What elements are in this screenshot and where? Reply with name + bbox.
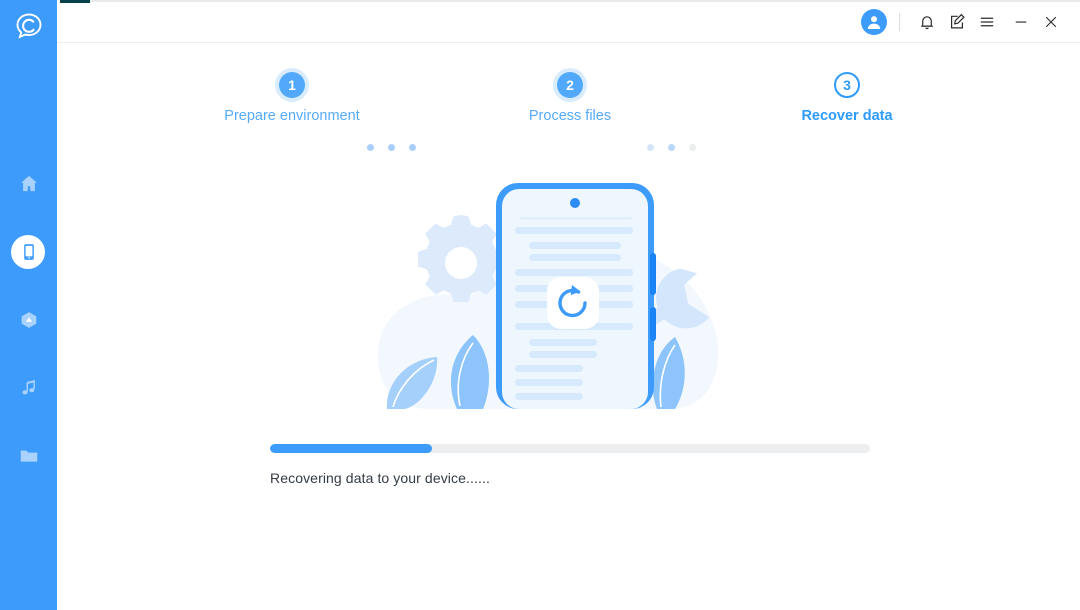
stepper: 1 Prepare environment 2 Process files 3 (57, 62, 1080, 151)
close-icon (1045, 16, 1057, 28)
sidebar-item-home[interactable] (0, 150, 57, 218)
bell-icon (921, 16, 933, 30)
connector-dot (388, 144, 395, 151)
refresh-restore-icon (546, 276, 599, 329)
connector-dot (367, 144, 374, 151)
step-3-badge: 3 (834, 72, 860, 98)
chat-bubble-c-logo-icon (16, 13, 42, 39)
step-2-badge: 2 (553, 68, 587, 102)
user-avatar-icon (867, 16, 881, 29)
step-3-label: Recover data (801, 108, 893, 124)
progress-section: Recovering data to your device...... (270, 444, 870, 486)
step-2-label: Process files (528, 108, 612, 124)
phone-icon (16, 239, 42, 265)
step-2-number: 2 (566, 77, 574, 93)
sidebar (0, 0, 57, 610)
controls-divider (899, 13, 900, 31)
step-1-number: 1 (288, 77, 296, 93)
feedback-button[interactable] (942, 7, 972, 37)
connector-dot (668, 144, 675, 151)
progress-status-text: Recovering data to your device...... (270, 470, 490, 486)
smartphone-icon (495, 182, 656, 409)
step-connector-dots-2 (647, 144, 696, 151)
capture-strip-artifact (60, 0, 90, 3)
connector-dot (647, 144, 654, 151)
cloud-icon (16, 307, 42, 333)
app-window: 1 Prepare environment 2 Process files 3 (0, 0, 1080, 610)
sidebar-item-files[interactable] (0, 422, 57, 490)
close-button[interactable] (1036, 7, 1066, 37)
step-2[interactable]: 2 Process files (470, 68, 670, 124)
sidebar-item-phone[interactable] (0, 218, 57, 286)
step-1-label: Prepare environment (224, 108, 360, 124)
home-icon (16, 171, 42, 197)
sidebar-nav (0, 150, 57, 490)
music-note-icon (16, 375, 42, 401)
progress-bar-fill (270, 444, 432, 453)
phone-data-recovery-illustration (57, 170, 1080, 415)
capture-top-border (90, 0, 1080, 2)
connector-dot (409, 144, 416, 151)
minimize-icon (1015, 21, 1027, 23)
sidebar-item-cloud[interactable] (0, 286, 57, 354)
connector-dot (689, 144, 696, 151)
minimize-button[interactable] (1006, 7, 1036, 37)
note-edit-icon (951, 13, 965, 29)
account-avatar[interactable] (861, 9, 887, 35)
folder-icon (16, 443, 42, 469)
illustration-svg (377, 182, 718, 409)
step-3-number: 3 (843, 77, 851, 93)
menu-button[interactable] (972, 7, 1002, 37)
step-1-badge: 1 (275, 68, 309, 102)
step-connector-dots-1 (367, 144, 416, 151)
step-3[interactable]: 3 Recover data (747, 72, 947, 124)
window-controls (861, 7, 1080, 37)
app-logo[interactable] (11, 8, 47, 44)
title-bar (57, 2, 1080, 43)
progress-bar-track (270, 444, 870, 453)
gear-icon (417, 214, 504, 302)
sidebar-item-music[interactable] (0, 354, 57, 422)
notifications-button[interactable] (912, 7, 942, 37)
step-1[interactable]: 1 Prepare environment (192, 68, 392, 124)
hamburger-menu-icon (980, 17, 994, 27)
